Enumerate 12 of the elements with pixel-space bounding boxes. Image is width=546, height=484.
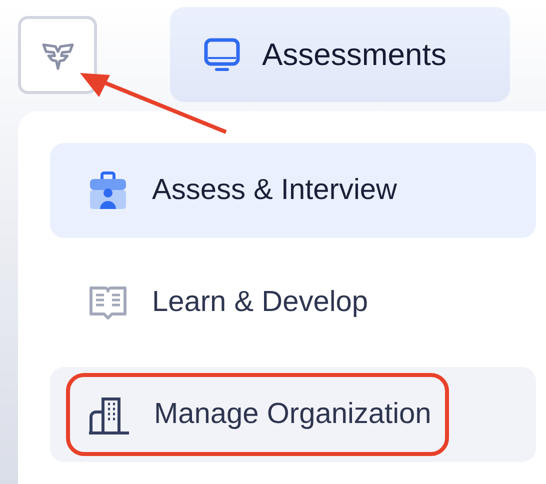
menu-item-label: Learn & Develop (152, 286, 368, 319)
menu-item-label: Manage Organization (154, 398, 432, 431)
assessments-button[interactable]: Assessments (170, 7, 510, 102)
logo-button[interactable] (18, 16, 97, 94)
monitor-icon (204, 38, 240, 72)
menu-item-label: Assess & Interview (152, 174, 397, 207)
menu-item[interactable]: Learn & Develop (50, 255, 536, 350)
briefcase-icon (88, 170, 128, 210)
menu-item[interactable]: Assess & Interview (50, 143, 536, 238)
menu-item[interactable]: Manage Organization (50, 367, 536, 462)
book-icon (88, 284, 128, 322)
building-icon (88, 394, 130, 434)
